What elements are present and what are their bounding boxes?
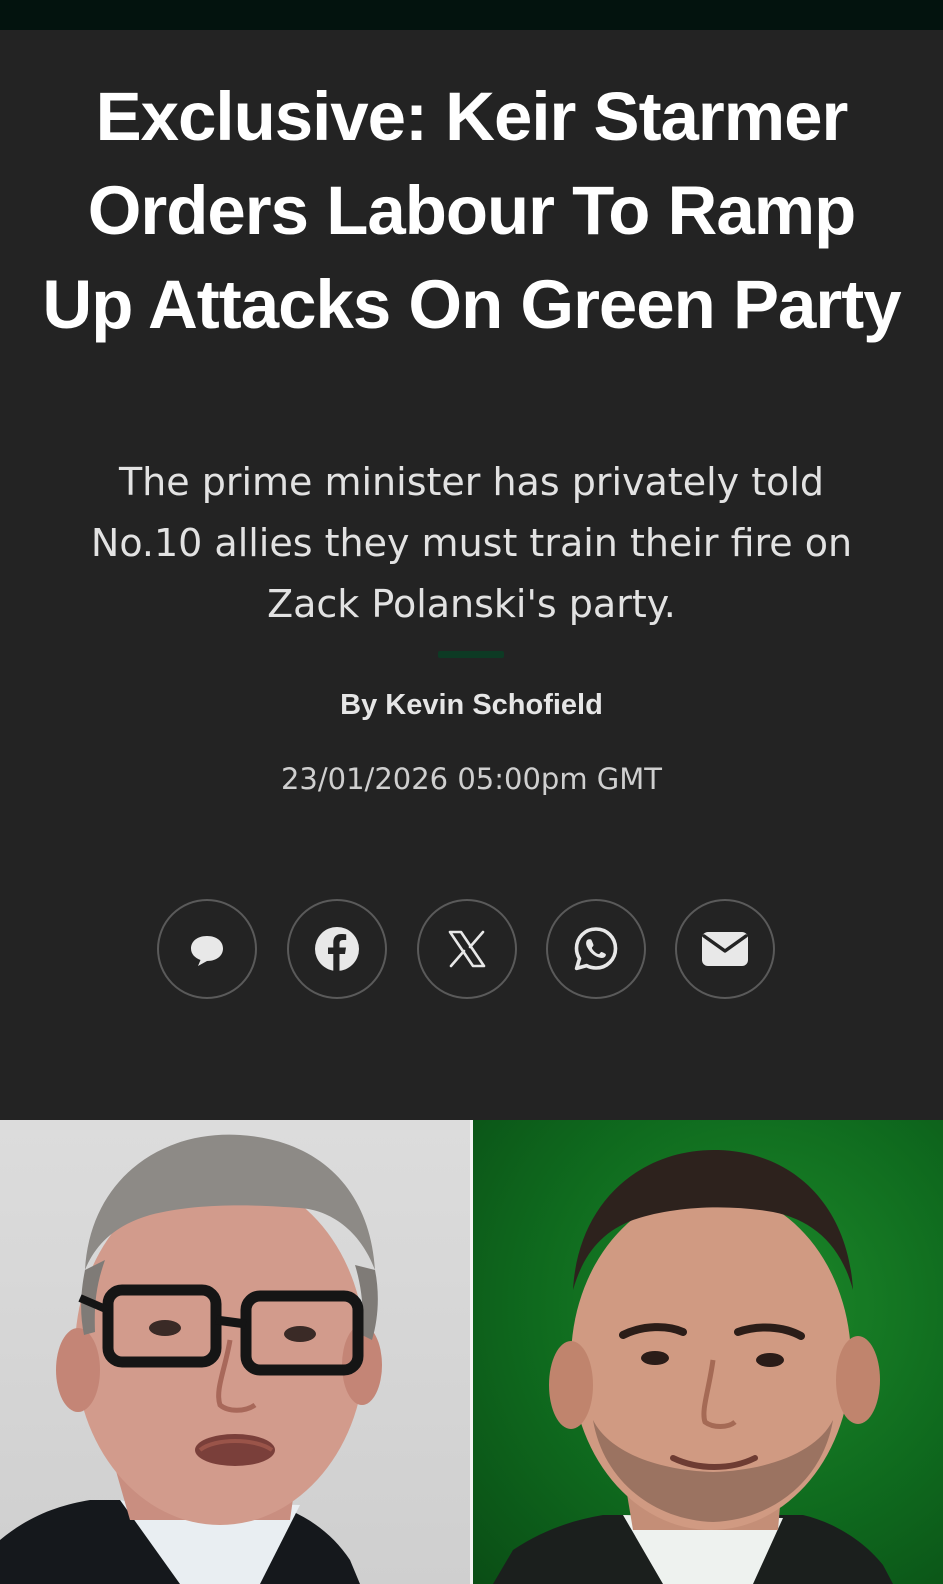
x-icon [448,930,486,968]
comment-icon [191,936,223,966]
photo-starmer [0,1120,470,1584]
byline[interactable]: By Kevin Schofield [0,685,943,725]
whatsapp-icon [574,927,618,971]
email-icon [702,932,748,966]
hero-image [0,1120,943,1584]
x-share-button[interactable] [417,899,517,999]
whatsapp-share-button[interactable] [546,899,646,999]
accent-divider [438,651,504,658]
article-header: Exclusive: Keir Starmer Orders Labour To… [0,30,943,1120]
share-buttons [157,899,787,1003]
comment-button[interactable] [157,899,257,999]
polanski-portrait [493,1149,893,1584]
standfirst: The prime minister has privately told No… [90,460,853,626]
photo-polanski [473,1120,943,1584]
email-share-button[interactable] [675,899,775,999]
starmer-portrait [0,1134,382,1584]
timestamp: 23/01/2026 05:00pm GMT [280,762,663,796]
facebook-share-button[interactable] [287,899,387,999]
facebook-icon [315,927,359,971]
top-strip [0,0,943,30]
headline: Exclusive: Keir Starmer Orders Labour To… [42,78,901,343]
